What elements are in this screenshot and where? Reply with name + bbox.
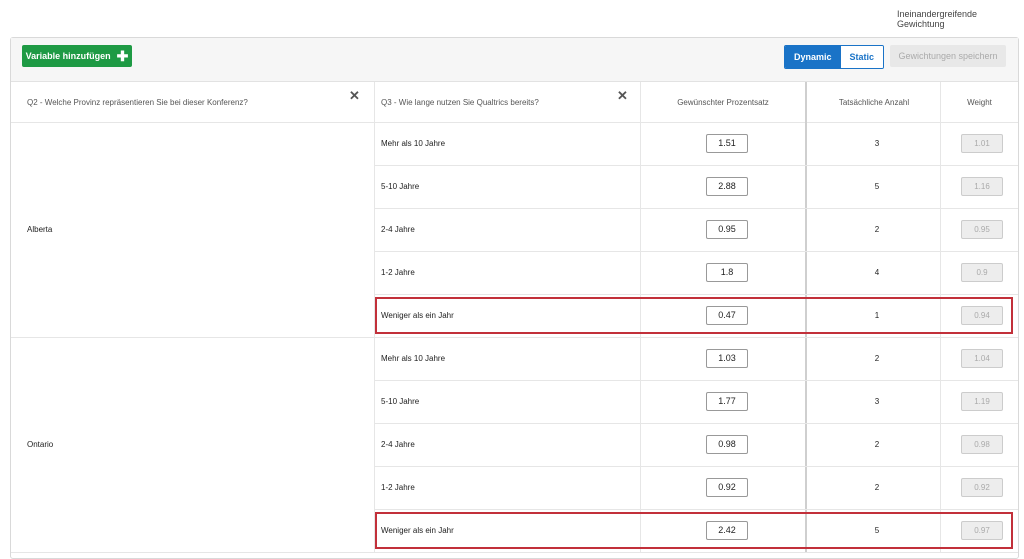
category-label: 2-4 Jahre	[381, 439, 415, 449]
toolbar: Variable hinzufügen ✚ Dynamic Static Gew…	[11, 38, 1018, 82]
province-label: Alberta	[27, 224, 53, 234]
actual-count: 5	[874, 181, 880, 191]
row-divider	[11, 552, 1018, 553]
add-variable-label: Variable hinzufügen	[25, 51, 111, 61]
row-highlight	[375, 512, 1013, 549]
desired-percentage-input[interactable]	[706, 434, 748, 454]
weighting-panel: Variable hinzufügen ✚ Dynamic Static Gew…	[10, 37, 1019, 559]
row-highlight	[375, 297, 1013, 334]
q3-column-header: Q3 - Wie lange nutzen Sie Qualtrics bere…	[381, 97, 539, 107]
desired-percentage-input[interactable]	[706, 477, 748, 497]
actual-count: 4	[874, 267, 880, 277]
add-variable-button[interactable]: Variable hinzufügen ✚	[22, 45, 132, 67]
desired-percentage-input[interactable]	[706, 348, 748, 368]
actual-count-header: Tatsächliche Anzahl	[838, 97, 910, 107]
actual-count: 2	[874, 224, 880, 234]
desired-percentage-input[interactable]	[706, 133, 748, 153]
category-label: 5-10 Jahre	[381, 396, 420, 406]
category-label: 1-2 Jahre	[381, 482, 415, 492]
row-divider	[374, 208, 1018, 209]
close-icon[interactable]: ✕	[617, 89, 628, 102]
row-divider	[374, 294, 1018, 295]
actual-count: 2	[874, 439, 880, 449]
row-divider	[374, 251, 1018, 252]
weight-value: 0.98	[961, 434, 1003, 454]
weight-value: 1.01	[961, 133, 1003, 153]
row-divider	[11, 337, 1018, 338]
desired-percentage-header: Gewünschter Prozentsatz	[677, 97, 769, 107]
weight-header: Weight	[967, 97, 992, 107]
actual-count: 2	[874, 353, 880, 363]
plus-icon: ✚	[116, 48, 129, 64]
weight-value: 1.04	[961, 348, 1003, 368]
save-weights-button[interactable]: Gewichtungen speichern	[890, 45, 1006, 67]
actual-count: 3	[874, 138, 880, 148]
weight-value: 0.95	[961, 219, 1003, 239]
desired-percentage-input[interactable]	[706, 176, 748, 196]
mode-static-button[interactable]: Static	[840, 46, 884, 68]
category-label: 5-10 Jahre	[381, 181, 420, 191]
row-divider	[374, 466, 1018, 467]
actual-count: 3	[874, 396, 880, 406]
province-label: Ontario	[27, 439, 54, 449]
mode-toggle: Dynamic Static	[784, 45, 885, 69]
desired-percentage-input[interactable]	[706, 262, 748, 282]
row-divider	[374, 380, 1018, 381]
close-icon[interactable]: ✕	[349, 89, 360, 102]
desired-percentage-input[interactable]	[706, 219, 748, 239]
weight-value: 1.16	[961, 176, 1003, 196]
row-divider	[374, 509, 1018, 510]
weight-value: 1.19	[961, 391, 1003, 411]
category-label: 2-4 Jahre	[381, 224, 415, 234]
row-divider	[374, 423, 1018, 424]
category-label: Mehr als 10 Jahre	[381, 353, 446, 363]
weight-value: 0.9	[961, 262, 1003, 282]
category-label: 1-2 Jahre	[381, 267, 415, 277]
desired-percentage-input[interactable]	[706, 391, 748, 411]
interlocking-weighting-label: Ineinandergreifende Gewichtung	[897, 9, 978, 29]
mode-dynamic-button[interactable]: Dynamic	[785, 46, 841, 68]
row-divider	[374, 165, 1018, 166]
q2-column-header: Q2 - Welche Provinz repräsentieren Sie b…	[27, 97, 248, 107]
actual-count: 2	[874, 482, 880, 492]
weight-value: 0.92	[961, 477, 1003, 497]
header-divider	[11, 122, 1018, 123]
category-label: Mehr als 10 Jahre	[381, 138, 446, 148]
